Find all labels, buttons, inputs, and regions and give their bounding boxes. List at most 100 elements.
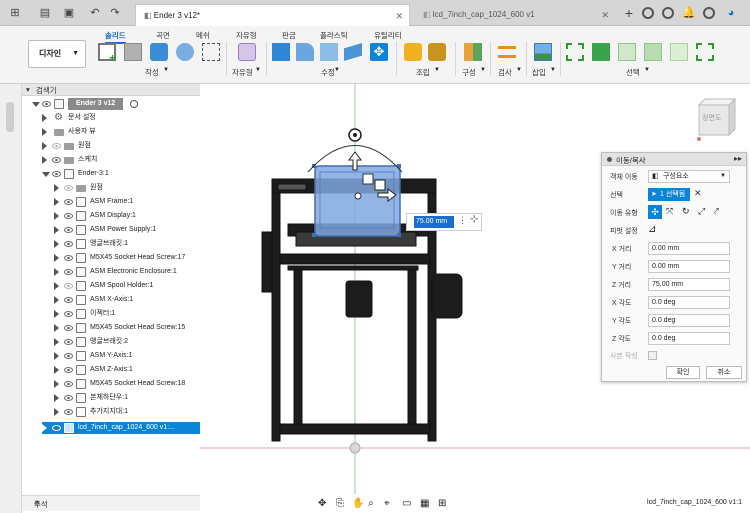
expand-icon[interactable]: [54, 380, 59, 388]
expand-icon[interactable]: [42, 142, 47, 150]
visibility-eye-icon[interactable]: [64, 395, 73, 401]
viewports-icon[interactable]: ⊞: [438, 498, 446, 509]
tree-item[interactable]: M5X45 Socket Head Screw:18: [54, 378, 200, 390]
group-insert-label[interactable]: 삽입: [532, 67, 546, 78]
undo-icon[interactable]: ↶: [88, 6, 102, 20]
orbit-icon[interactable]: ✥: [318, 498, 326, 509]
y-angle-input[interactable]: 0.0 deg: [648, 314, 730, 327]
visibility-eye-icon[interactable]: [64, 381, 73, 387]
tree-item[interactable]: ASM Display:1: [54, 210, 200, 222]
visibility-eye-icon[interactable]: [64, 367, 73, 373]
tree-root[interactable]: Ender 3 v12: [32, 98, 200, 110]
group-modify-label[interactable]: 수정: [321, 67, 335, 78]
extrude-icon[interactable]: [150, 43, 168, 61]
tab-mesh[interactable]: 메쉬: [196, 30, 210, 41]
tree-item[interactable]: ASM Electronic Enclosure:1: [54, 266, 200, 278]
help-icon[interactable]: [703, 7, 715, 19]
expand-icon[interactable]: [54, 352, 59, 360]
tab-close-icon[interactable]: ✕: [601, 4, 609, 26]
expand-icon[interactable]: [54, 338, 59, 346]
add-comment-icon[interactable]: ⊕: [34, 499, 194, 507]
save-icon[interactable]: ▣: [62, 6, 76, 20]
tree-item[interactable]: 본체하단우:1: [54, 392, 200, 404]
tree-item[interactable]: ASM Power Supply:1: [54, 224, 200, 236]
browser-header[interactable]: ▾ 검색기: [22, 84, 200, 96]
new-joint-icon[interactable]: [404, 43, 422, 61]
expand-icon[interactable]: [42, 424, 47, 432]
more-options-icon[interactable]: ⋮: [458, 215, 467, 226]
expand-dialog-icon[interactable]: ▸▸: [734, 154, 742, 163]
select-icon[interactable]: [566, 43, 584, 61]
tree-item[interactable]: ASM Y-Axis:1: [54, 350, 200, 362]
fit-icon[interactable]: ⌖: [384, 498, 390, 509]
tree-item[interactable]: 원점: [54, 182, 200, 194]
visibility-eye-icon[interactable]: [64, 185, 73, 191]
file-menu-icon[interactable]: ▤: [38, 6, 52, 20]
group-create-label[interactable]: 작성: [145, 67, 159, 78]
expand-icon[interactable]: [54, 226, 59, 234]
tree-item[interactable]: 사용자 뷰: [42, 126, 200, 138]
set-pivot-icon[interactable]: ⊿: [648, 224, 656, 235]
tree-item[interactable]: 원점: [42, 140, 200, 152]
pan-icon[interactable]: ✋: [352, 498, 364, 509]
expand-icon[interactable]: [42, 172, 50, 177]
expand-icon[interactable]: [54, 324, 59, 332]
free-move-icon[interactable]: ✣: [648, 205, 662, 219]
tree-item[interactable]: ASM Z-Axis:1: [54, 364, 200, 376]
tree-item[interactable]: 앵글브래킷:1: [54, 238, 200, 250]
group-inspect-label[interactable]: 검사: [498, 67, 512, 78]
tree-item[interactable]: ⚙ 문서 설정: [42, 112, 200, 124]
distance-input[interactable]: 75.00 mm: [414, 216, 454, 228]
point-to-position-icon[interactable]: ⤤: [714, 206, 719, 217]
snap-icon[interactable]: ⊹: [470, 214, 478, 225]
expand-icon[interactable]: [54, 310, 59, 318]
visibility-eye-icon[interactable]: [52, 157, 61, 163]
clear-selection-icon[interactable]: ✕: [694, 188, 702, 199]
redo-icon[interactable]: ↷: [108, 6, 122, 20]
expand-icon[interactable]: [54, 394, 59, 402]
cancel-button[interactable]: 취소: [706, 366, 742, 379]
expand-icon[interactable]: [54, 184, 59, 192]
insert-image-icon[interactable]: [534, 43, 552, 61]
pattern-icon[interactable]: [202, 43, 220, 61]
expand-icon[interactable]: [42, 128, 47, 136]
visibility-eye-icon[interactable]: [64, 353, 73, 359]
visibility-eye-icon[interactable]: [64, 199, 73, 205]
create-copy-checkbox[interactable]: [648, 351, 657, 360]
expand-icon[interactable]: [42, 114, 47, 122]
display-settings-icon[interactable]: ▭: [402, 498, 411, 509]
tab-utilities[interactable]: 유틸리티: [374, 30, 402, 41]
collapse-handle[interactable]: [6, 102, 14, 132]
tree-item[interactable]: 스케치: [42, 154, 200, 166]
y-distance-input[interactable]: 0.00 mm: [648, 260, 730, 273]
visibility-eye-icon[interactable]: [52, 425, 61, 431]
offset-plane-icon[interactable]: [464, 43, 482, 61]
group-construct-label[interactable]: 구성: [462, 67, 476, 78]
as-built-joint-icon[interactable]: [428, 43, 446, 61]
point-to-point-icon[interactable]: ⤢: [698, 206, 705, 217]
visibility-eye-icon[interactable]: [52, 171, 61, 177]
tree-item[interactable]: 이젝터:1: [54, 308, 200, 320]
fillet-icon[interactable]: [296, 43, 314, 61]
freeform-icon[interactable]: [238, 43, 256, 61]
visibility-eye-icon[interactable]: [52, 143, 61, 149]
rotate-icon[interactable]: ↻: [682, 206, 690, 217]
expand-icon[interactable]: [54, 268, 59, 276]
tab-solid[interactable]: 솔리드: [105, 30, 126, 44]
tab-plastic[interactable]: 플라스틱: [320, 30, 348, 41]
group-select-label[interactable]: 선택: [626, 67, 640, 78]
expand-icon[interactable]: [54, 296, 59, 304]
expand-icon[interactable]: [42, 156, 47, 164]
extensions-icon[interactable]: [642, 7, 654, 19]
x-angle-input[interactable]: 0.0 deg: [648, 296, 730, 309]
visibility-eye-icon[interactable]: [64, 269, 73, 275]
viewcube-face-label[interactable]: 정면도: [702, 113, 721, 123]
tree-item[interactable]: M5X45 Socket Head Screw:15: [54, 322, 200, 334]
tree-item[interactable]: Ender-3:1: [42, 168, 200, 180]
x-distance-input[interactable]: 0.00 mm: [648, 242, 730, 255]
tree-item[interactable]: 추가지지대:1: [54, 406, 200, 418]
visibility-eye-icon[interactable]: [64, 297, 73, 303]
tree-item[interactable]: 앵글브래킷:2: [54, 336, 200, 348]
tree-item[interactable]: ASM Spool Holder:1: [54, 280, 200, 292]
group-assemble-label[interactable]: 조립: [416, 67, 430, 78]
